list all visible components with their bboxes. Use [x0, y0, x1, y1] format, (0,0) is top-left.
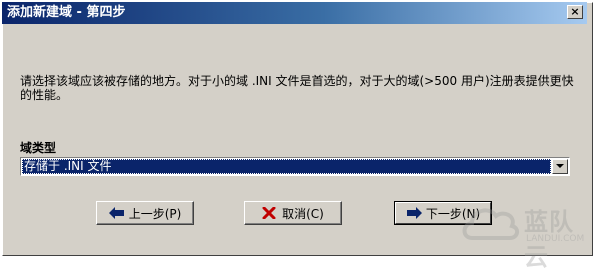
domain-type-select[interactable]: 存储于 .INI 文件: [20, 157, 570, 176]
dropdown-arrow-icon[interactable]: [552, 159, 568, 174]
domain-type-selected-value[interactable]: 存储于 .INI 文件: [22, 159, 551, 174]
back-button-label: 上一步(P): [128, 206, 182, 221]
arrow-right-icon: [406, 207, 422, 219]
window-title: 添加新建域 - 第四步: [7, 5, 126, 20]
cancel-button-label: 取消(C): [282, 206, 324, 221]
cancel-button[interactable]: 取消(C): [244, 201, 342, 225]
x-icon: [262, 206, 278, 220]
close-icon: ×: [570, 5, 580, 18]
back-button[interactable]: 上一步(P): [96, 201, 194, 225]
instruction-text: 请选择该域应该被存储的地方。对于小的域 .INI 文件是首选的，对于大的域(>5…: [20, 74, 574, 102]
title-bar: 添加新建域 - 第四步 ×: [2, 2, 587, 24]
watermark-cloud-icon: [462, 208, 519, 240]
watermark-logo: 蓝队云 LANDUI.COM: [460, 196, 595, 271]
watermark-subtext: LANDUI.COM: [526, 234, 585, 244]
domain-type-label: 域类型: [20, 141, 57, 155]
arrow-left-icon: [108, 207, 125, 219]
close-button[interactable]: ×: [567, 5, 583, 19]
